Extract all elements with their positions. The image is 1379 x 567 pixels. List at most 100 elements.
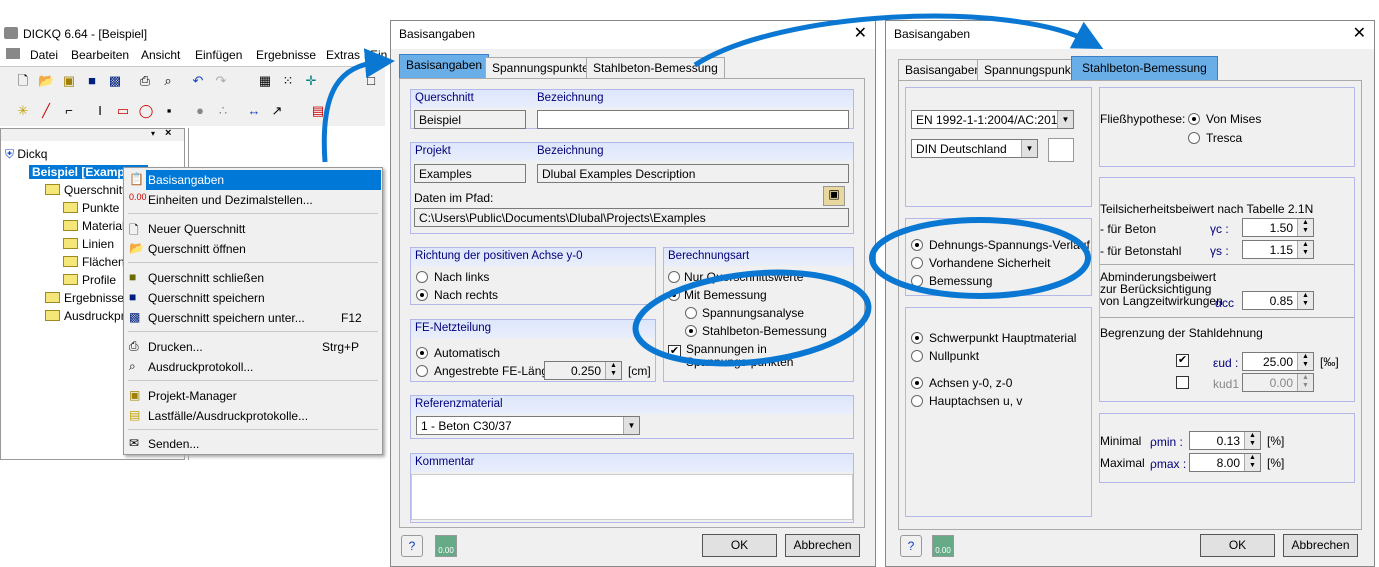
units-button[interactable]: 0.00 [932,535,954,557]
menu-item-einheiten[interactable]: Einheiten und Dezimalstellen... [148,190,313,210]
annex-select[interactable]: DIN Deutschland ▼ [911,139,1038,158]
print-icon[interactable]: ⎙ [137,73,153,89]
radio-automatisch[interactable] [416,347,428,359]
dots-icon[interactable]: ⁙ [280,73,296,89]
k-ud1-input[interactable]: 0.00 ▲ ▼ [1242,373,1314,392]
menu-item-speichern-unter[interactable]: Querschnitt speichern unter... [148,308,305,328]
spinner-icon[interactable]: ▲ ▼ [605,362,621,379]
point-tool-icon[interactable]: ● [192,103,208,119]
fe-length-input[interactable]: 0.250 ▲ ▼ [544,361,622,380]
querschnitt-bezeichnung-input[interactable] [537,110,849,129]
profile-i-icon[interactable]: I [92,103,108,119]
menu-bearbeiten[interactable]: Bearbeiten [71,48,129,62]
tree-item-profile[interactable]: Profile [63,273,116,287]
tree-root[interactable]: ⛨ Dickq [5,147,47,162]
spinner-icon[interactable]: ▲ ▼ [1297,241,1313,258]
snap-icon[interactable]: ✛ [303,73,319,89]
radio-nur-querschnittswerte[interactable] [668,271,680,283]
ok-button[interactable]: OK [702,534,777,557]
annex-edit-button[interactable] [1048,138,1074,162]
spinner-icon[interactable]: ▲ ▼ [1297,292,1313,309]
panel-close-icon[interactable]: × [165,127,171,139]
menu-item-oeffnen[interactable]: Querschnitt öffnen [148,239,246,259]
undo-icon[interactable]: ↶ [190,73,206,89]
tree-item-linien[interactable]: Linien [63,237,114,251]
menu-item-senden[interactable]: Senden... [148,434,199,454]
tab-stahlbeton[interactable]: Stahlbeton-Bemessung [586,57,725,78]
checkbox-spannungen[interactable]: ✔ [668,345,681,358]
new-icon[interactable]: 🗋 [15,73,31,89]
radio-stahlbeton[interactable] [685,325,697,337]
menu-einfuegen[interactable]: Einfügen [195,48,242,62]
tree-item-ergebnisse[interactable]: Ergebnisse [45,291,124,305]
tab-basisangaben[interactable]: Basisangaben [399,54,490,78]
cancel-button[interactable]: Abbrechen [1283,534,1358,557]
tab-stahlbeton[interactable]: Stahlbeton-Bemessung [1071,56,1218,80]
menu-ansicht[interactable]: Ansicht [141,48,180,62]
eps-ud-input[interactable]: 25.00 ▲ ▼ [1242,352,1314,371]
redo-icon[interactable]: ↷ [213,73,229,89]
radio-hauptachsen[interactable] [911,395,923,407]
point-icon[interactable]: ✳ [15,103,31,119]
area-icon[interactable]: ▪ [161,103,177,119]
checkbox-eps-ud[interactable]: ✔ [1176,354,1189,367]
cancel-button[interactable]: Abbrechen [785,534,860,557]
radio-bemessung[interactable] [911,275,923,287]
menu-item-drucken[interactable]: Drucken... [148,337,203,357]
radio-nach-links[interactable] [416,271,428,283]
spinner-icon[interactable]: ▲ ▼ [1244,432,1260,449]
circle-icon[interactable]: ◯ [138,103,154,119]
menu-ergebnisse[interactable]: Ergebnisse [256,48,316,62]
dimension-angle-icon[interactable]: ↗ [269,103,285,119]
rho-min-input[interactable]: 0.13 ▲ ▼ [1189,431,1261,450]
dimension-icon[interactable]: ↔ [246,103,262,119]
menu-more[interactable]: Ein [370,48,387,62]
tree-item-punkte[interactable]: Punkte [63,201,119,215]
radio-nach-rechts[interactable] [416,289,428,301]
menu-item-neu[interactable]: Neuer Querschnitt [148,219,245,239]
save-all-icon[interactable]: ▩ [107,73,123,89]
kommentar-input[interactable] [411,474,853,520]
close-icon[interactable]: ✕ [1353,23,1366,43]
spinner-icon[interactable]: ▲ ▼ [1297,219,1313,236]
chevron-down-icon[interactable]: ▼ [623,417,639,434]
line-icon[interactable]: ╱ [38,103,54,119]
close-icon[interactable]: ✕ [854,23,867,43]
points-tool-icon[interactable]: ∴ [215,103,231,119]
radio-von-mises[interactable] [1188,113,1200,125]
radio-achsen-y0[interactable] [911,377,923,389]
rectangle-icon[interactable]: ▭ [115,103,131,119]
spinner-icon[interactable]: ▲ ▼ [1297,353,1313,370]
panel-dropdown-icon[interactable]: ▾ [151,129,155,138]
rho-max-input[interactable]: 8.00 ▲ ▼ [1189,453,1261,472]
help-icon[interactable]: ? [900,535,922,557]
referenz-select[interactable]: 1 - Beton C30/37 ▼ [416,416,640,435]
menu-datei[interactable]: Datei [30,48,58,62]
radio-vorhandene-sicherheit[interactable] [911,257,923,269]
radio-spannungsanalyse[interactable] [685,307,697,319]
chevron-down-icon[interactable]: ▼ [1021,140,1037,157]
gamma-s-input[interactable]: 1.15 ▲ ▼ [1242,240,1314,259]
help-icon[interactable]: ? [401,535,423,557]
radio-dehnungs-spannungs-verlauf[interactable] [911,239,923,251]
checkbox-k-ud1[interactable] [1176,376,1189,389]
units-button[interactable]: 0.00 [435,535,457,557]
menu-item-schliessen[interactable]: Querschnitt schließen [148,268,264,288]
menu-extras[interactable]: Extras [326,48,360,62]
grid-icon[interactable]: ▦ [257,73,273,89]
radio-tresca[interactable] [1188,132,1200,144]
open-icon[interactable]: 📂 [38,73,54,89]
gamma-c-input[interactable]: 1.50 ▲ ▼ [1242,218,1314,237]
ok-button[interactable]: OK [1200,534,1275,557]
menu-item-ausdruckprotokoll[interactable]: Ausdruckprotokoll... [148,357,253,377]
tab-spannungspunkte[interactable]: Spannungspunkte [485,57,596,78]
radio-mit-bemessung[interactable] [668,289,680,301]
radio-nullpunkt[interactable] [911,350,923,362]
tab-basisangaben[interactable]: Basisangaben [898,59,989,80]
menu-item-speichern[interactable]: Querschnitt speichern [148,288,265,308]
radio-schwerpunkt[interactable] [911,332,923,344]
menu-item-basisangaben[interactable]: Basisangaben [148,170,224,190]
menu-item-projekt-manager[interactable]: Projekt-Manager [148,386,237,406]
radio-fe-laenge[interactable] [416,365,428,377]
alpha-cc-input[interactable]: 0.85 ▲ ▼ [1242,291,1314,310]
